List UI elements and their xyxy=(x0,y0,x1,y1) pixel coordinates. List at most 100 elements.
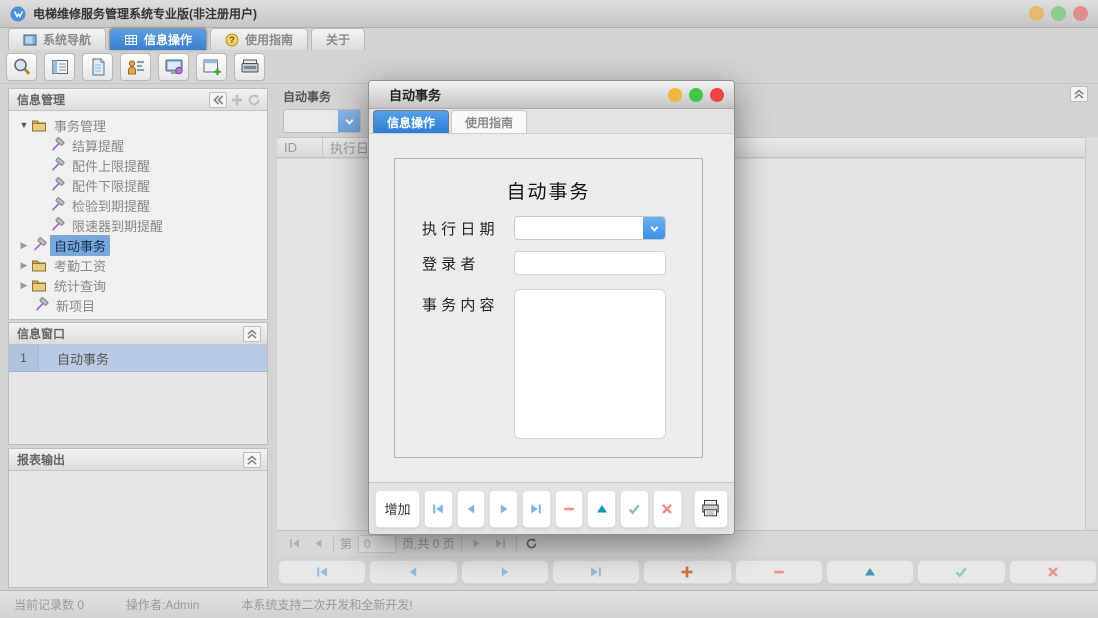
plus-icon[interactable] xyxy=(230,93,244,107)
pager-separator xyxy=(516,536,517,552)
refresh-icon[interactable] xyxy=(247,93,261,107)
row-index: 1 xyxy=(9,345,39,371)
tree-item-peijian-shangxian[interactable]: 配件上限提醒 xyxy=(9,155,267,175)
report-output-body xyxy=(9,471,267,587)
tool-icon xyxy=(33,297,49,313)
dialog-tab-user-guide[interactable]: 使用指南 xyxy=(451,110,527,133)
user-report-button[interactable] xyxy=(120,53,151,81)
add-plus-button[interactable] xyxy=(643,560,731,584)
collapse-up-icon xyxy=(245,327,259,341)
list-button[interactable] xyxy=(44,53,75,81)
caret-down-icon[interactable]: ▼ xyxy=(17,120,31,130)
screen-button[interactable] xyxy=(158,53,189,81)
add-button[interactable]: 增加 xyxy=(375,490,420,528)
collapse-up-button[interactable] xyxy=(243,452,261,468)
tree-item-label: 配件下限提醒 xyxy=(68,175,154,196)
pager-refresh-button[interactable] xyxy=(523,535,541,553)
report-output-header: 报表输出 xyxy=(9,449,267,471)
tab-system-nav[interactable]: 系统导航 xyxy=(8,28,106,50)
tree-item-kaoqin-gongzi[interactable]: ▶ 考勤工资 xyxy=(9,255,267,275)
nav-first-button[interactable] xyxy=(278,560,366,584)
square-icon xyxy=(23,33,37,47)
record-count: 当前记录数 0 xyxy=(14,596,84,613)
dialog-title-bar[interactable]: 自动事务 xyxy=(369,81,734,109)
collapse-left-button[interactable] xyxy=(209,92,227,108)
dialog-maximize-button[interactable] xyxy=(689,88,703,102)
tab-label: 关于 xyxy=(326,31,350,48)
tool-icon xyxy=(49,177,65,193)
window-add-button[interactable] xyxy=(196,53,227,81)
printer-button[interactable] xyxy=(234,53,265,81)
chevron-down-icon[interactable] xyxy=(643,217,665,239)
vertical-scrollbar[interactable] xyxy=(1085,137,1098,530)
tool-icon xyxy=(49,197,65,213)
pager-next-button[interactable] xyxy=(468,535,486,553)
tool-icon xyxy=(31,237,47,253)
tab-user-guide[interactable]: ?使用指南 xyxy=(210,28,308,50)
execution-date-select[interactable] xyxy=(514,216,666,240)
tree-item-jiesuan-tixing[interactable]: 结算提醒 xyxy=(9,135,267,155)
remove-minus-button[interactable] xyxy=(735,560,823,584)
dialog-tab-info-operation[interactable]: 信息操作 xyxy=(373,110,449,133)
caret-right-icon[interactable]: ▶ xyxy=(17,280,31,291)
nav-last-button[interactable] xyxy=(552,560,640,584)
confirm-check-button[interactable] xyxy=(917,560,1005,584)
move-up-icon xyxy=(595,502,609,516)
dialog-close-button[interactable] xyxy=(710,88,724,102)
maximize-button[interactable] xyxy=(1051,6,1066,21)
nav-next-button[interactable] xyxy=(461,560,549,584)
tab-about[interactable]: 关于 xyxy=(311,28,365,50)
chevron-down-icon[interactable] xyxy=(338,110,360,132)
search-button[interactable] xyxy=(6,53,37,81)
caret-right-icon[interactable]: ▶ xyxy=(17,260,31,271)
nav-first-icon xyxy=(315,565,329,579)
tree-item-label: 考勤工资 xyxy=(50,255,110,276)
close-button[interactable] xyxy=(1073,6,1088,21)
main-collapse-button[interactable] xyxy=(1070,86,1088,102)
nav-prev-button[interactable] xyxy=(369,560,457,584)
nav-last-button[interactable] xyxy=(522,490,551,528)
tree-item-xin-xiangmu[interactable]: 新项目 xyxy=(9,295,267,315)
collapse-up-button[interactable] xyxy=(243,326,261,342)
nav-next-button[interactable] xyxy=(489,490,518,528)
minimize-button[interactable] xyxy=(1029,6,1044,21)
tab-info-operation[interactable]: 信息操作 xyxy=(109,28,207,50)
pager-page-input[interactable] xyxy=(358,535,396,553)
cancel-cross-button[interactable] xyxy=(1009,560,1097,584)
pager-prev-button[interactable] xyxy=(309,535,327,553)
column-header-id[interactable]: ID xyxy=(277,138,323,157)
pager-first-button[interactable] xyxy=(285,535,303,553)
tree-item-shiwu-guanli[interactable]: ▼事务管理 xyxy=(9,115,267,135)
tree-item-zidong-shiwu[interactable]: ▶自动事务 xyxy=(9,235,267,255)
print-button[interactable] xyxy=(694,490,728,528)
tool-icon xyxy=(49,137,65,153)
tree-item-tongji-chaxun[interactable]: ▶统计查询 xyxy=(9,275,267,295)
cancel-cross-button[interactable] xyxy=(653,490,682,528)
dialog-title: 自动事务 xyxy=(389,85,441,104)
filter-combobox[interactable] xyxy=(283,109,361,133)
info-window-row[interactable]: 1 自动事务 xyxy=(9,345,267,372)
remove-minus-button[interactable] xyxy=(555,490,584,528)
confirm-check-button[interactable] xyxy=(620,490,649,528)
dialog-minimize-button[interactable] xyxy=(668,88,682,102)
task-content-textarea[interactable] xyxy=(514,289,666,439)
info-management-header: 信息管理 xyxy=(9,89,267,111)
move-up-button[interactable] xyxy=(587,490,616,528)
document-button[interactable] xyxy=(82,53,113,81)
tree-item-xiansuqi-daoqi[interactable]: 限速器到期提醒 xyxy=(9,215,267,235)
move-up-button[interactable] xyxy=(826,560,914,584)
login-user-field[interactable] xyxy=(514,251,666,275)
nav-first-button[interactable] xyxy=(424,490,453,528)
confirm-check-icon xyxy=(954,565,968,579)
caret-right-icon[interactable]: ▶ xyxy=(17,240,31,251)
info-window-panel: 信息窗口 1 自动事务 xyxy=(8,322,268,445)
tree-item-peijian-xiaxian[interactable]: 配件下限提醒 xyxy=(9,175,267,195)
collapse-up-icon xyxy=(1072,87,1086,101)
nav-next-icon xyxy=(497,502,511,516)
tree-item-jianyan-daoqi[interactable]: 检验到期提醒 xyxy=(9,195,267,215)
nav-prev-button[interactable] xyxy=(457,490,486,528)
nav-next-icon xyxy=(498,565,512,579)
status-message: 本系统支持二次开发和全新开发! xyxy=(241,596,412,613)
pager-last-button[interactable] xyxy=(492,535,510,553)
grid-icon xyxy=(124,33,138,47)
